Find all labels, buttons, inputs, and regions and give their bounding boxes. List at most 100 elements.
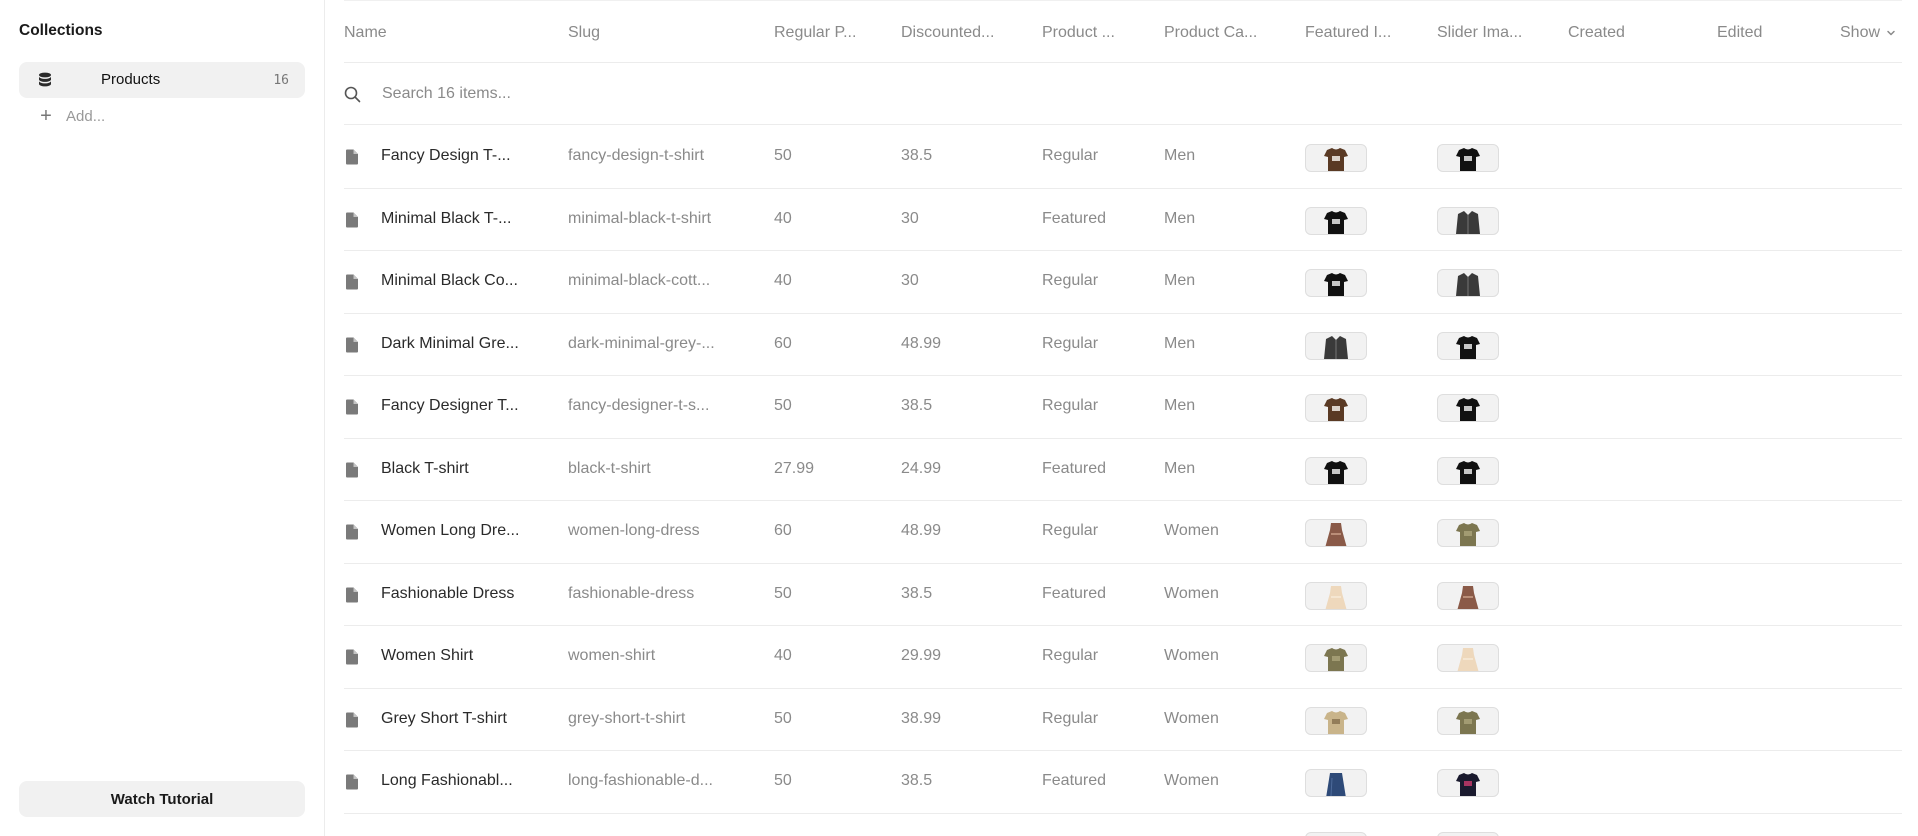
product-type-cell: Regular bbox=[1042, 397, 1099, 414]
featured-image-thumbnail[interactable] bbox=[1305, 831, 1367, 836]
product-type-cell: Regular bbox=[1042, 647, 1099, 664]
slider-image-thumbnail[interactable] bbox=[1437, 519, 1499, 547]
table-row[interactable]: Fancy Designer T... fancy-designer-t-s...… bbox=[344, 376, 1902, 439]
product-type-cell: Regular bbox=[1042, 147, 1099, 164]
table-row[interactable]: Minimal Black T-... minimal-black-t-shirt… bbox=[344, 189, 1902, 251]
column-header-slug[interactable]: Slug bbox=[568, 24, 600, 42]
product-category-cell: Women bbox=[1164, 522, 1219, 539]
featured-image-thumbnail[interactable] bbox=[1305, 394, 1367, 422]
show-label: Show bbox=[1840, 24, 1881, 41]
slider-image-thumbnail[interactable] bbox=[1437, 769, 1499, 797]
product-type-cell: Regular bbox=[1042, 522, 1099, 539]
product-name-cell: Minimal Black T-... bbox=[381, 209, 512, 227]
slider-image-thumbnail[interactable] bbox=[1437, 831, 1499, 836]
document-icon bbox=[346, 399, 358, 415]
slider-image-thumbnail[interactable] bbox=[1437, 331, 1499, 360]
discounted-price-cell: 48.99 bbox=[901, 522, 942, 539]
discounted-price-cell: 38.5 bbox=[901, 772, 933, 789]
olive-blouse-image bbox=[1324, 648, 1348, 671]
olive-blouse-image bbox=[1456, 523, 1480, 546]
table-row[interactable]: Black T-shirt black-t-shirt 27.99 24.99 Feat… bbox=[344, 439, 1902, 501]
regular-price-cell: 40 bbox=[774, 272, 792, 289]
black-tshirt-image bbox=[1324, 210, 1348, 234]
product-slug-cell: long-fashionable-d... bbox=[568, 772, 713, 789]
regular-price-cell: 40 bbox=[774, 647, 792, 664]
floral-dress-image bbox=[1457, 585, 1479, 609]
table-row[interactable]: Women Shirt women-shirt 40 29.99 Regular Wome… bbox=[344, 626, 1902, 689]
olive-blouse-image bbox=[1456, 710, 1480, 734]
slider-image-thumbnail[interactable] bbox=[1437, 206, 1499, 235]
table-row[interactable] bbox=[344, 814, 1902, 836]
product-type-cell: Regular bbox=[1042, 334, 1099, 352]
product-category-cell: Men bbox=[1164, 147, 1196, 164]
column-header-slider-image[interactable]: Slider Ima... bbox=[1437, 24, 1522, 42]
featured-image-thumbnail[interactable] bbox=[1305, 706, 1367, 735]
add-collection-label: Add... bbox=[66, 107, 106, 125]
product-category-cell: Women bbox=[1164, 709, 1219, 727]
document-icon bbox=[346, 774, 358, 790]
search-input[interactable] bbox=[382, 81, 982, 107]
table-row[interactable]: Grey Short T-shirt grey-short-t-shirt 50 38… bbox=[344, 689, 1902, 751]
featured-image-thumbnail[interactable] bbox=[1305, 581, 1367, 610]
column-header-product-type[interactable]: Product ... bbox=[1042, 24, 1115, 42]
beige-dress-image bbox=[1457, 648, 1479, 671]
product-type-cell: Featured bbox=[1042, 584, 1107, 602]
column-header-name[interactable]: Name bbox=[344, 24, 387, 42]
regular-price-cell: 40 bbox=[774, 209, 792, 227]
featured-image-thumbnail[interactable] bbox=[1305, 269, 1367, 297]
column-header-featured-image[interactable]: Featured I... bbox=[1305, 24, 1391, 42]
brown-print-tshirt-image bbox=[1324, 148, 1348, 171]
slider-image-thumbnail[interactable] bbox=[1437, 144, 1499, 172]
featured-image-thumbnail[interactable] bbox=[1305, 519, 1367, 547]
product-type-cell: Featured bbox=[1042, 772, 1107, 789]
featured-image-thumbnail[interactable] bbox=[1305, 769, 1367, 797]
featured-image-thumbnail[interactable] bbox=[1305, 144, 1367, 172]
slider-image-thumbnail[interactable] bbox=[1437, 394, 1499, 422]
grey-jacket-image bbox=[1456, 273, 1480, 296]
product-name-cell: Grey Short T-shirt bbox=[381, 709, 507, 727]
product-category-cell: Men bbox=[1164, 209, 1196, 227]
floral-dress-image bbox=[1325, 523, 1347, 546]
discounted-price-cell: 30 bbox=[901, 209, 919, 227]
regular-price-cell: 50 bbox=[774, 584, 792, 602]
table-row[interactable]: Fancy Design T-... fancy-design-t-shirt 50… bbox=[344, 126, 1902, 189]
featured-image-thumbnail[interactable] bbox=[1305, 206, 1367, 235]
document-icon bbox=[346, 462, 358, 477]
product-category-cell: Women bbox=[1164, 772, 1219, 789]
show-columns-button[interactable]: Show bbox=[1840, 24, 1896, 42]
column-header-regular-price[interactable]: Regular P... bbox=[774, 24, 856, 42]
featured-image-thumbnail[interactable] bbox=[1305, 331, 1367, 360]
regular-price-cell: 50 bbox=[774, 709, 792, 727]
slider-image-thumbnail[interactable] bbox=[1437, 581, 1499, 610]
column-header-edited[interactable]: Edited bbox=[1717, 24, 1762, 42]
column-header-discounted-price[interactable]: Discounted... bbox=[901, 24, 994, 42]
table-row[interactable]: Dark Minimal Gre... dark-minimal-grey-...… bbox=[344, 314, 1902, 376]
add-collection-button[interactable]: + Add... bbox=[38, 106, 105, 126]
product-slug-cell: fashionable-dress bbox=[568, 584, 695, 602]
featured-image-thumbnail[interactable] bbox=[1305, 456, 1367, 485]
watch-tutorial-button[interactable]: Watch Tutorial bbox=[19, 781, 305, 817]
column-header-product-category[interactable]: Product Ca... bbox=[1164, 24, 1257, 42]
table-row[interactable]: Fashionable Dress fashionable-dress 50 38.5… bbox=[344, 564, 1902, 626]
document-icon bbox=[346, 712, 358, 727]
featured-image-thumbnail[interactable] bbox=[1305, 644, 1367, 672]
table-row[interactable]: Women Long Dre... women-long-dress 60 48.99… bbox=[344, 501, 1902, 564]
table-row[interactable]: Minimal Black Co... minimal-black-cott...… bbox=[344, 251, 1902, 314]
table-row[interactable]: Long Fashionabl... long-fashionable-d... 5… bbox=[344, 751, 1902, 814]
product-category-cell: Women bbox=[1164, 647, 1219, 664]
document-icon bbox=[346, 524, 358, 540]
sidebar-item-products[interactable]: Products 16 bbox=[19, 62, 305, 98]
denim-skirt-image bbox=[1326, 773, 1346, 796]
black-tshirt-image bbox=[1456, 398, 1480, 421]
product-slug-cell: black-t-shirt bbox=[568, 459, 651, 477]
discounted-price-cell: 30 bbox=[901, 272, 919, 289]
regular-price-cell: 50 bbox=[774, 772, 792, 789]
column-header-created[interactable]: Created bbox=[1568, 24, 1625, 42]
slider-image-thumbnail[interactable] bbox=[1437, 269, 1499, 297]
document-icon bbox=[346, 274, 358, 290]
product-name-cell: Long Fashionabl... bbox=[381, 772, 513, 789]
collection-table: Name Slug Regular P... Discounted... Pro… bbox=[325, 0, 1918, 836]
slider-image-thumbnail[interactable] bbox=[1437, 706, 1499, 735]
slider-image-thumbnail[interactable] bbox=[1437, 644, 1499, 672]
slider-image-thumbnail[interactable] bbox=[1437, 456, 1499, 485]
